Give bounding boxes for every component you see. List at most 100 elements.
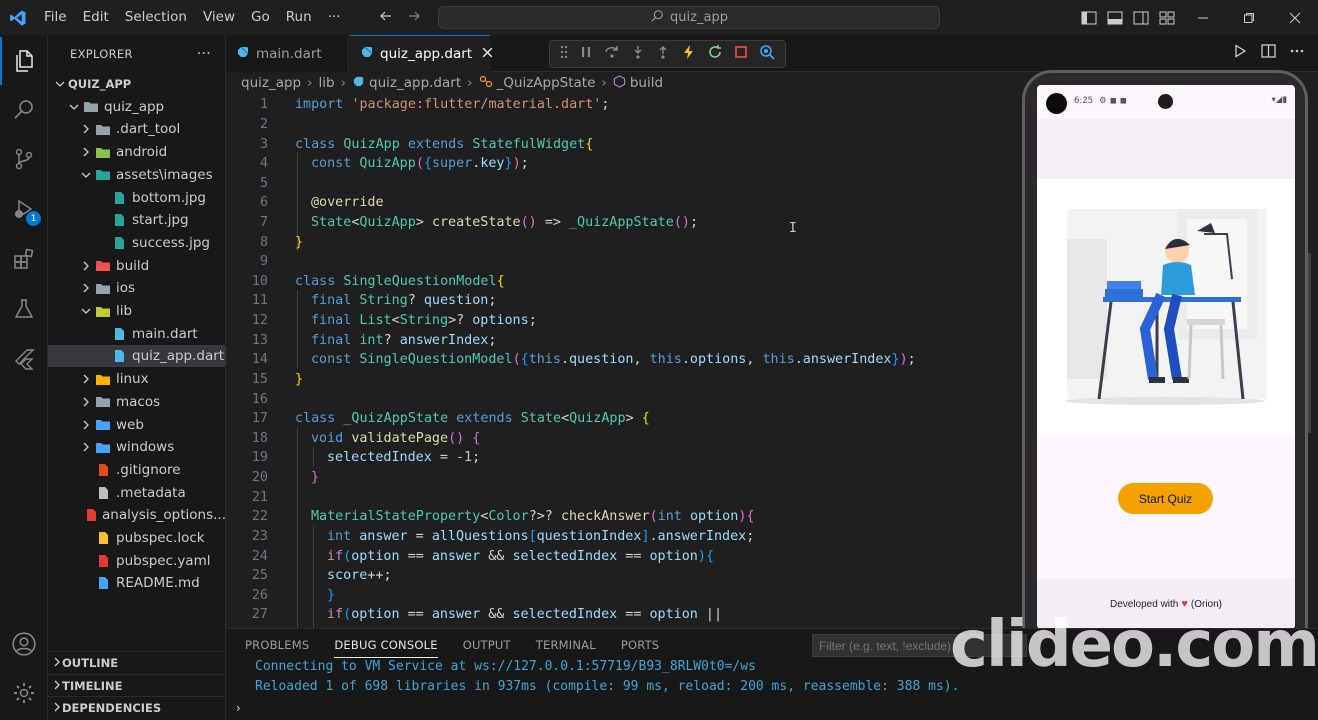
code-line[interactable]: 26} [226, 586, 1016, 606]
code-line[interactable]: 10 class SingleQuestionModel{ [226, 272, 1016, 292]
panel-tab-terminal[interactable]: TERMINAL [536, 638, 596, 652]
settings-gear-icon[interactable] [0, 669, 48, 717]
code-line[interactable]: 15} [226, 370, 1016, 390]
accounts-icon[interactable] [0, 620, 48, 668]
code-line[interactable]: 24 if(option == answer && selectedIndex =… [226, 546, 1016, 566]
tree-item[interactable]: build [48, 255, 226, 277]
drag-handle-icon[interactable] [560, 45, 568, 63]
step-out-icon[interactable] [656, 45, 670, 63]
source-control-icon[interactable] [0, 135, 48, 183]
code-line[interactable]: 13 final int? answerIndex; [226, 330, 1016, 350]
tree-item[interactable]: macos [48, 391, 226, 413]
panel-tab-debug-console[interactable]: DEBUG CONSOLE [334, 638, 438, 658]
split-editor-icon[interactable] [1261, 44, 1276, 62]
tree-item[interactable]: main.dart [48, 323, 226, 345]
tree-item[interactable]: pubspec.yaml [48, 550, 226, 572]
restart-icon[interactable] [707, 44, 723, 64]
code-line[interactable]: 12 final List<String>? options; [226, 311, 1016, 331]
tree-item[interactable]: QUIZ_APP [48, 73, 226, 95]
breadcrumb-item-quiz-app[interactable]: quiz_app [241, 75, 301, 91]
toggle-secondary-sidebar-icon[interactable] [1128, 0, 1154, 35]
console-prompt-chevron-icon[interactable]: › [236, 701, 241, 715]
close-tab-icon[interactable] [482, 46, 493, 62]
close-button[interactable] [1272, 0, 1318, 35]
testing-flask-icon[interactable] [0, 285, 48, 333]
dependencies-section[interactable]: DEPENDENCIES [48, 696, 226, 718]
menu-file[interactable]: File [36, 0, 75, 35]
breadcrumb-item-file[interactable]: quiz_app.dart [369, 75, 461, 91]
code-line[interactable]: 5 [226, 173, 1016, 193]
tab-main-dart[interactable]: main.dart [226, 35, 349, 72]
tree-item[interactable]: windows [48, 436, 226, 458]
restore-button[interactable] [1226, 0, 1272, 35]
menu-run[interactable]: Run [278, 0, 320, 35]
explorer-icon[interactable] [0, 37, 48, 85]
code-line[interactable]: 21 [226, 487, 1016, 507]
command-center-search[interactable]: quiz_app [438, 6, 940, 29]
breadcrumb-item-class[interactable]: _QuizAppState [497, 75, 596, 91]
start-quiz-button[interactable]: Start Quiz [1118, 483, 1213, 514]
tree-item[interactable]: android [48, 141, 226, 163]
tree-item[interactable]: assets\images [48, 164, 226, 186]
tree-item[interactable]: analysis_options... [48, 504, 226, 526]
run-debug-icon[interactable]: 1 [0, 185, 48, 233]
tree-item[interactable]: lib [48, 300, 226, 322]
tree-item[interactable]: ios [48, 277, 226, 299]
code-line[interactable]: 3 class QuizApp extends StatefulWidget{ [226, 134, 1016, 154]
code-line[interactable]: 25 score++; [226, 566, 1016, 586]
more-actions-icon[interactable] [1290, 44, 1304, 62]
tree-item[interactable]: .gitignore [48, 459, 226, 481]
breadcrumb-item-method[interactable]: build [630, 75, 663, 91]
devtools-search-icon[interactable] [759, 44, 775, 64]
code-line[interactable]: 14 const SingleQuestionModel({this.questi… [226, 350, 1016, 370]
customize-layout-icon[interactable] [1154, 0, 1180, 35]
flutter-icon[interactable] [0, 335, 48, 383]
tree-item[interactable]: bottom.jpg [48, 187, 226, 209]
menu-go[interactable]: Go [243, 0, 278, 35]
code-line[interactable]: 27 if(option == answer && selectedIndex =… [226, 605, 1016, 625]
code-line[interactable]: 2 [226, 115, 1016, 135]
panel-tab-output[interactable]: OUTPUT [463, 638, 511, 652]
code-line[interactable]: 23 int answer = allQuestions[questionInde… [226, 527, 1016, 547]
tree-item[interactable]: .dart_tool [48, 118, 226, 140]
code-line[interactable]: 18 void validatePage() { [226, 429, 1016, 449]
menu-more[interactable]: ··· [320, 0, 349, 35]
menu-view[interactable]: View [195, 0, 243, 35]
toggle-primary-sidebar-icon[interactable] [1076, 0, 1102, 35]
tree-item[interactable]: linux [48, 368, 226, 390]
breadcrumb-item-lib[interactable]: lib [319, 75, 335, 91]
emulator-scrollbar[interactable] [1308, 253, 1311, 433]
tree-item[interactable]: README.md [48, 572, 226, 594]
code-line[interactable]: 19 selectedIndex = -1; [226, 448, 1016, 468]
menu-selection[interactable]: Selection [117, 0, 195, 35]
forward-arrow-icon[interactable] [406, 8, 422, 28]
code-line[interactable]: 11 final String? question; [226, 291, 1016, 311]
code-line[interactable]: 4 const QuizApp({super.key}); [226, 154, 1016, 174]
step-over-icon[interactable] [604, 45, 620, 63]
code-line[interactable]: 22 MaterialStateProperty<Color?>? checkAn… [226, 507, 1016, 527]
outline-section[interactable]: OUTLINE [48, 651, 226, 673]
tree-item[interactable]: web [48, 414, 226, 436]
pause-icon[interactable] [579, 45, 593, 63]
hot-reload-icon[interactable] [682, 44, 696, 64]
stop-icon[interactable] [734, 45, 748, 63]
code-line[interactable]: 7 State<QuizApp> createState() => _QuizAp… [226, 213, 1016, 233]
tree-item[interactable]: start.jpg [48, 209, 226, 231]
step-into-icon[interactable] [631, 45, 645, 63]
back-arrow-icon[interactable] [378, 8, 394, 28]
tree-item[interactable]: .metadata [48, 482, 226, 504]
panel-tab-ports[interactable]: PORTS [621, 638, 659, 652]
tree-item[interactable]: pubspec.lock [48, 527, 226, 549]
tab-quiz-app-dart[interactable]: quiz_app.dart [350, 35, 493, 72]
tree-item[interactable]: quiz_app [48, 96, 226, 118]
code-editor[interactable]: I 1 import 'package:flutter/material.dart… [226, 94, 1016, 628]
code-line[interactable]: 1 import 'package:flutter/material.dart'; [226, 95, 1016, 115]
search-view-icon[interactable] [0, 85, 48, 133]
tree-item[interactable]: quiz_app.dart [48, 345, 226, 368]
panel-tab-problems[interactable]: PROBLEMS [245, 638, 309, 652]
tree-item[interactable]: success.jpg [48, 232, 226, 254]
explorer-more-icon[interactable]: ··· [197, 46, 211, 62]
toggle-panel-icon[interactable] [1102, 0, 1128, 35]
minimize-button[interactable] [1180, 0, 1226, 35]
timeline-section[interactable]: TIMELINE [48, 674, 226, 696]
